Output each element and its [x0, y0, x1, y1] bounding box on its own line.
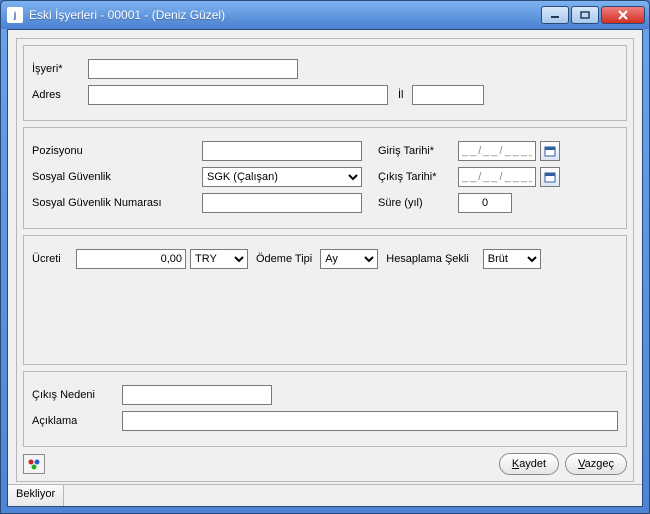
maximize-button[interactable]	[571, 6, 599, 24]
color-picker-button[interactable]	[23, 454, 45, 474]
group-wage: Ücreti TRY Ödeme Tipi Ay Hesaplama Şekli…	[23, 235, 627, 365]
status-bar: Bekliyor	[8, 484, 642, 506]
minimize-button[interactable]	[541, 6, 569, 24]
cancel-button[interactable]: Vazgeç	[565, 453, 627, 475]
ucret-label: Ücreti	[32, 253, 76, 265]
adres-label: Adres	[32, 89, 88, 101]
hesap-select[interactable]: Brüt	[483, 249, 541, 269]
isyeri-label: İşyeri*	[32, 63, 88, 75]
titlebar: j Eski İşyerleri - 00001 - (Deniz Güzel)	[1, 1, 649, 29]
group-workplace: İşyeri* Adres İl	[23, 45, 627, 121]
minimize-icon	[550, 11, 560, 19]
window-frame: j Eski İşyerleri - 00001 - (Deniz Güzel)…	[0, 0, 650, 514]
pozisyon-input[interactable]	[202, 141, 362, 161]
sgn-input[interactable]	[202, 193, 362, 213]
app-icon: j	[7, 7, 23, 23]
adres-input[interactable]	[88, 85, 388, 105]
group-employment: Pozisyonu Giriş Tarihi* Sosyal Güvenlik …	[23, 127, 627, 229]
sg-label: Sosyal Güvenlik	[32, 171, 202, 183]
panel: İşyeri* Adres İl Pozisyonu Giriş Tarihi*	[16, 38, 634, 482]
calendar-icon	[544, 171, 556, 183]
currency-select[interactable]: TRY	[190, 249, 248, 269]
cikis-nedeni-label: Çıkış Nedeni	[32, 389, 122, 401]
footer: Kaydet Vazgeç	[23, 453, 627, 475]
save-button[interactable]: Kaydet	[499, 453, 559, 475]
aciklama-label: Açıklama	[32, 415, 122, 427]
window-title: Eski İşyerleri - 00001 - (Deniz Güzel)	[29, 8, 539, 22]
sg-select[interactable]: SGK (Çalışan)	[202, 167, 362, 187]
client-area: İşyeri* Adres İl Pozisyonu Giriş Tarihi*	[7, 29, 643, 507]
ucret-input[interactable]	[76, 249, 186, 269]
cikis-label: Çıkış Tarihi*	[378, 171, 458, 183]
aciklama-input[interactable]	[122, 411, 618, 431]
odeme-label: Ödeme Tipi	[256, 253, 312, 265]
palette-icon	[27, 458, 41, 470]
close-icon	[617, 10, 629, 20]
calendar-icon	[544, 145, 556, 157]
close-button[interactable]	[601, 6, 645, 24]
il-input[interactable]	[412, 85, 484, 105]
pozisyon-label: Pozisyonu	[32, 145, 202, 157]
hesap-label: Hesaplama Şekli	[386, 253, 469, 265]
sure-label: Süre (yıl)	[378, 197, 458, 209]
il-label: İl	[398, 89, 412, 101]
giris-label: Giriş Tarihi*	[378, 145, 458, 157]
giris-calendar-button[interactable]	[540, 141, 560, 161]
giris-date-input[interactable]	[458, 141, 536, 161]
cikis-date-input[interactable]	[458, 167, 536, 187]
sgn-label: Sosyal Güvenlik Numarası	[32, 197, 202, 209]
sure-input[interactable]	[458, 193, 512, 213]
group-notes: Çıkış Nedeni Açıklama	[23, 371, 627, 447]
status-text: Bekliyor	[8, 485, 64, 506]
maximize-icon	[580, 11, 590, 19]
cikis-nedeni-input[interactable]	[122, 385, 272, 405]
isyeri-input[interactable]	[88, 59, 298, 79]
cikis-calendar-button[interactable]	[540, 167, 560, 187]
odeme-select[interactable]: Ay	[320, 249, 378, 269]
